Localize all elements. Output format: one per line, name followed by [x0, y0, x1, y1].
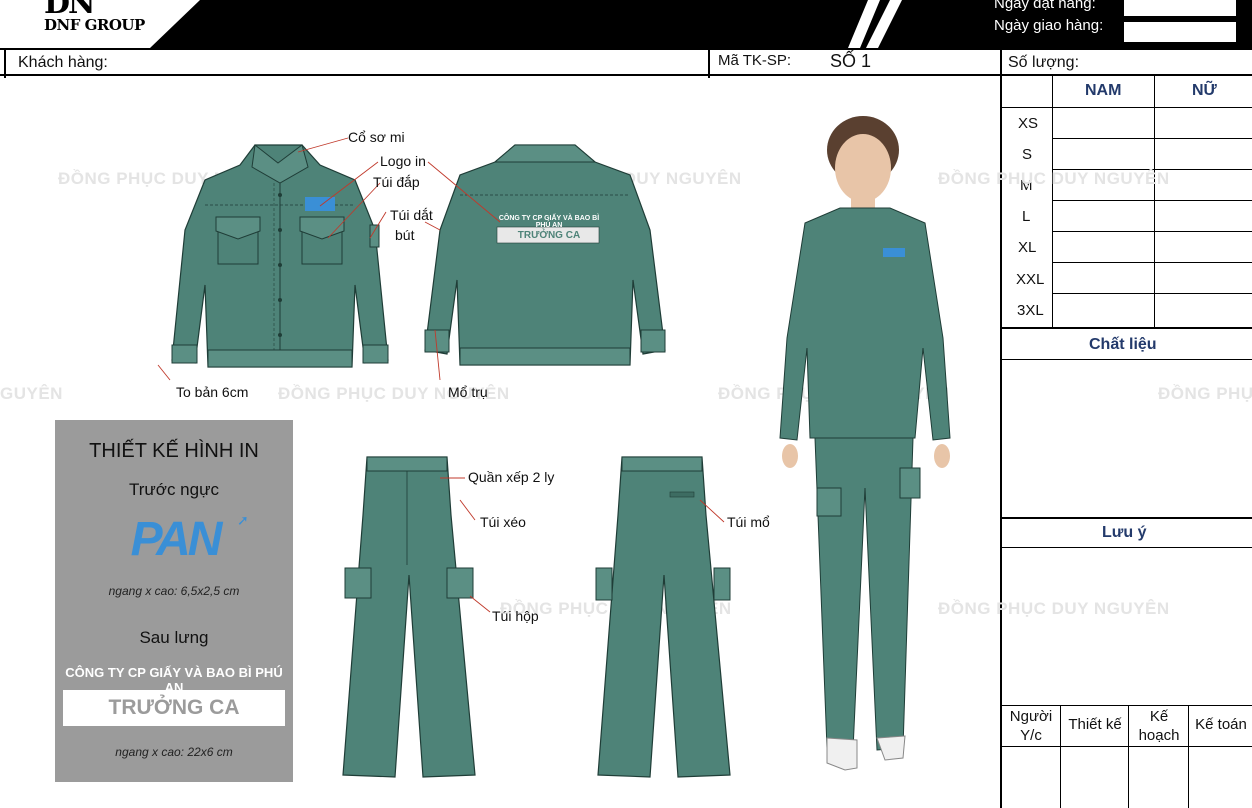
order-date-label: Ngày đặt hàng:: [994, 0, 1096, 12]
material-title: Chất liệu: [1089, 336, 1157, 353]
annotation-pen-pocket: Túi dắt: [390, 207, 433, 223]
grid-line: [1000, 746, 1252, 747]
note-title: Lưu ý: [1102, 524, 1147, 541]
annotation-box-pocket: Túi hộp: [492, 608, 539, 624]
delivery-date-field[interactable]: [1124, 22, 1236, 42]
annotation-collar: Cổ sơ mi: [348, 129, 405, 145]
col-male-header: NAM: [1085, 82, 1122, 99]
size-table: NAM NỮ XS S M L XL XXL 3XL: [1000, 76, 1252, 329]
back-print-label: Sau lưng: [139, 628, 209, 647]
size-label: L: [1022, 208, 1031, 225]
grid-line: [1052, 200, 1252, 201]
back-print-size: ngang x cao: 22x6 cm: [115, 745, 233, 759]
annotation-cuff: To bản 6cm: [176, 384, 249, 400]
size-label: S: [1022, 146, 1033, 163]
annotation-welt-pocket: Túi mổ: [727, 514, 770, 530]
delivery-date-label: Ngày giao hàng:: [994, 17, 1104, 34]
grid-line: [1000, 517, 1252, 519]
signature-planning: Kế hoạch: [1138, 708, 1180, 744]
logo-arrow-icon: ➚: [237, 512, 249, 528]
grid-line: [1000, 705, 1252, 706]
annotation-pleat: Quần xếp 2 ly: [468, 469, 555, 485]
signature-designer: Thiết kế: [1068, 716, 1122, 733]
front-print-label: Trước ngực: [129, 480, 219, 499]
grid-line: [1000, 547, 1252, 548]
grid-line: [1000, 107, 1252, 108]
annotation-logo-print: Logo in: [380, 153, 426, 169]
size-label: 3XL: [1017, 302, 1044, 319]
annotation-patch-pocket: Túi đắp: [373, 174, 420, 190]
back-print-title-text: TRƯỞNG CA: [108, 696, 240, 719]
grid-line: [1000, 359, 1252, 360]
order-date-field[interactable]: [1124, 0, 1236, 16]
size-label: XXL: [1016, 271, 1045, 288]
grid-line: [1052, 76, 1053, 328]
annotation-slant-pocket: Túi xéo: [480, 514, 526, 530]
grid-line: [1052, 262, 1252, 263]
grid-line: [1128, 705, 1129, 808]
front-logo: PAN: [130, 513, 223, 566]
grid-line: [1154, 76, 1155, 328]
size-label: XL: [1018, 239, 1037, 256]
col-female-header: NỮ: [1192, 82, 1217, 99]
grid-line: [1000, 327, 1252, 329]
grid-line: [1060, 705, 1061, 808]
quantity-label: Số lượng:: [1008, 54, 1080, 71]
annotation-pen-pocket: bút: [395, 227, 415, 243]
grid-line: [1052, 138, 1252, 139]
front-print-size: ngang x cao: 6,5x2,5 cm: [108, 584, 240, 598]
watermark: ĐỒNG PHỤC: [1158, 384, 1252, 403]
print-design-title: THIẾT KẾ HÌNH IN: [89, 440, 259, 462]
annotation-vent: Mổ trụ: [448, 384, 488, 400]
signature-requester: Người Y/c: [1009, 708, 1053, 744]
print-design-panel: THIẾT KẾ HÌNH IN Trước ngực PAN ➚ ngang …: [55, 420, 293, 782]
grid-line: [1052, 293, 1252, 294]
size-label: XS: [1018, 115, 1039, 132]
signature-accounting: Kế toán: [1195, 716, 1247, 733]
grid-line: [1188, 705, 1189, 808]
grid-line: [1052, 231, 1252, 232]
